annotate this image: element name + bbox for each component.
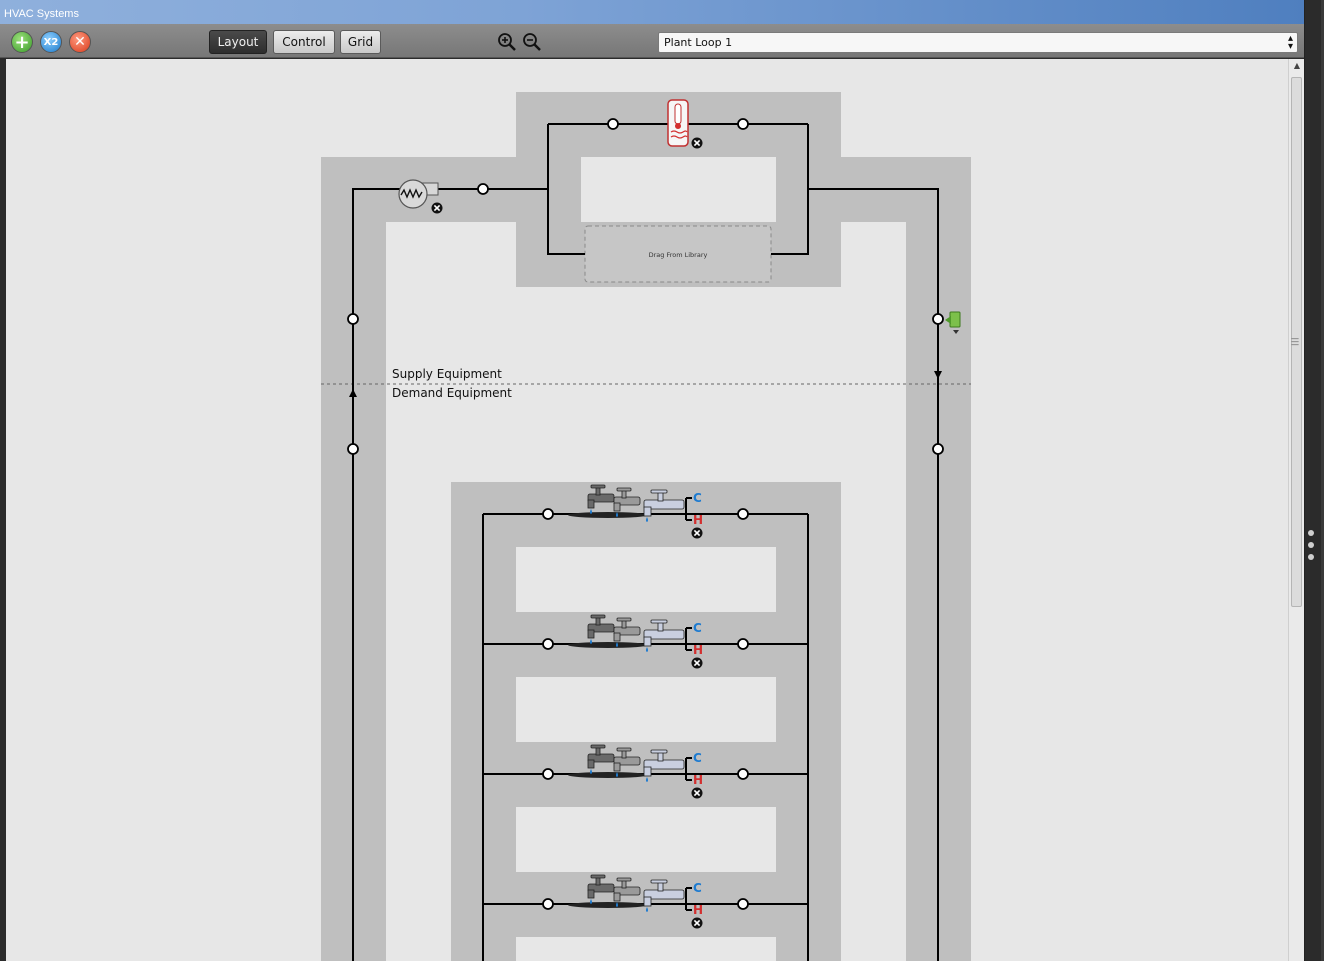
scroll-grip-icon: — — — [1291,334,1299,349]
plant-loop-select[interactable]: Plant Loop 1 ▴ ▾ [658,32,1298,53]
supply-equipment-label: Supply Equipment [392,367,502,381]
plant-loop-diagram: C H Drag From Library [321,92,971,961]
right-sidebar-edge [1304,0,1324,961]
water-heater-icon[interactable] [667,99,689,147]
close-icon: ✕ [74,34,86,50]
zoom-out-icon[interactable] [522,32,542,52]
remove-water-heater-icon[interactable] [690,136,704,150]
remove-water-use-4-icon[interactable] [690,916,704,930]
remove-water-use-2-icon[interactable] [690,656,704,670]
plus-icon: + [14,31,30,53]
title-bar: HVAC Systems [0,0,1304,24]
plant-loop-select-value: Plant Loop 1 [664,36,733,49]
remove-water-use-1-icon[interactable] [690,526,704,540]
tab-layout[interactable]: Layout [209,30,267,54]
zoom-in-icon[interactable] [497,32,517,52]
tab-grid[interactable]: Grid [340,30,381,54]
splitter-handle-icon[interactable] [1306,528,1316,564]
remove-water-use-3-icon[interactable] [690,786,704,800]
tab-control[interactable]: Control [273,30,335,54]
loop-diagram-canvas[interactable]: C H Drag From Library [6,59,1288,961]
window-title: HVAC Systems [4,8,79,20]
vertical-scrollbar[interactable]: ▲ — — — [1288,59,1304,961]
duplicate-button[interactable]: X2 [40,31,62,53]
select-arrows-icon: ▴ ▾ [1287,33,1293,52]
demand-equipment-label: Demand Equipment [392,386,512,400]
add-button[interactable]: + [11,31,33,53]
x2-icon: X2 [43,36,59,48]
scroll-up-arrow-icon[interactable]: ▲ [1291,61,1303,73]
toolbar: + X2 ✕ Layout Control Grid Plant Loop 1 … [0,24,1304,58]
delete-button[interactable]: ✕ [69,31,91,53]
drop-zone-label: Drag From Library [649,251,708,259]
remove-pump-icon[interactable] [430,201,444,215]
